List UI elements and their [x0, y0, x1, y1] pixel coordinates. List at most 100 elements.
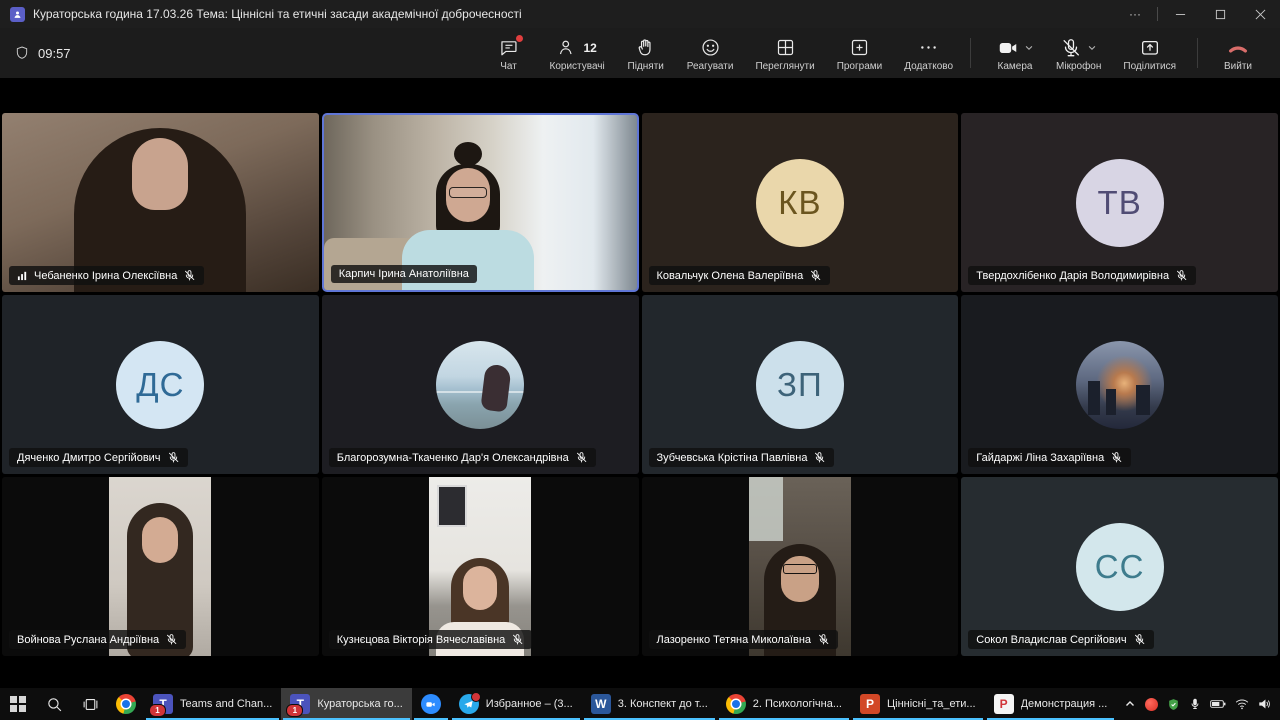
view-button[interactable]: Переглянути [746, 33, 823, 74]
participant-tile[interactable]: Чебаненко Ірина Олексіївна [2, 113, 319, 292]
people-icon [557, 37, 578, 58]
mic-muted-icon [1175, 269, 1188, 282]
timer-value: 09:57 [38, 46, 71, 61]
toolbar-divider-2 [1197, 38, 1198, 68]
leave-label: Вийти [1224, 61, 1252, 72]
raise-hand-button[interactable]: Підняти [618, 33, 674, 74]
chrome-icon [116, 694, 136, 714]
tray-volume-icon[interactable] [1258, 698, 1272, 710]
name-label: Лазоренко Тетяна Миколаївна [649, 630, 839, 649]
task-view-icon [82, 696, 99, 713]
more-button[interactable]: Додатково [895, 33, 962, 74]
taskbar-app-pdf-show[interactable]: P Демонстрация ... [985, 688, 1117, 720]
tray-microphone-icon[interactable] [1189, 698, 1201, 710]
mic-muted-icon [809, 269, 822, 282]
participant-tile[interactable]: ТВ Твердохлібенко Дарія Володимирівна [961, 113, 1278, 292]
taskbar-app-word[interactable]: W 3. Конспект до т... [582, 688, 717, 720]
start-button[interactable] [0, 688, 36, 720]
participant-tile[interactable]: СС Сокол Владислав Сергійович [961, 477, 1278, 656]
apps-button[interactable]: Програми [828, 33, 892, 74]
more-icon [918, 37, 939, 58]
participant-tile[interactable]: ДС Дяченко Дмитро Сергійович [2, 295, 319, 474]
tray-chevron-up-icon[interactable] [1124, 698, 1136, 710]
maximize-button[interactable] [1200, 0, 1240, 28]
mic-muted-icon [813, 451, 826, 464]
raise-hand-icon [635, 37, 656, 58]
mic-muted-icon [1133, 633, 1146, 646]
camera-icon [997, 37, 1019, 59]
share-button[interactable]: Поділитися [1114, 33, 1185, 74]
microphone-button[interactable]: Мікрофон [1047, 33, 1110, 74]
mic-muted-icon [511, 633, 524, 646]
name-label: Благорозумна-Ткаченко Дар'я Олександрівн… [329, 448, 596, 467]
taskbar-app-powerpoint[interactable]: P Ціннісні_та_ети... [851, 688, 985, 720]
mic-off-icon [1060, 37, 1082, 59]
name-label: Сокол Владислав Сергійович [968, 630, 1153, 649]
microphone-label: Мікрофон [1056, 61, 1101, 72]
tray-app-red-icon[interactable] [1145, 698, 1158, 711]
notification-badge [471, 692, 481, 702]
tray-battery-icon[interactable] [1210, 698, 1226, 710]
initials-avatar: СС [1076, 523, 1164, 611]
microphone-chevron-down-icon[interactable] [1087, 43, 1097, 53]
initials-avatar: ТВ [1076, 159, 1164, 247]
window-more-button[interactable]: ··· [1115, 0, 1155, 28]
taskbar-app-teams-meeting[interactable]: T 1 Кураторська го... [281, 688, 411, 720]
camera-button[interactable]: Камера [987, 33, 1043, 74]
mic-muted-icon [167, 451, 180, 464]
zoom-icon [421, 694, 441, 714]
camera-chevron-down-icon[interactable] [1024, 43, 1034, 53]
initials-avatar: ДС [116, 341, 204, 429]
share-label: Поділитися [1123, 61, 1176, 72]
participant-tile[interactable]: Войнова Руслана Андріївна [2, 477, 319, 656]
close-button[interactable] [1240, 0, 1280, 28]
shield-icon [14, 45, 30, 61]
taskbar-app-telegram[interactable]: Избранное – (3... [450, 688, 582, 720]
window-title: Кураторська година 17.03.26 Тема: Цінніс… [33, 7, 522, 21]
taskbar-app-teams[interactable]: T 1 Teams and Chan... [144, 688, 281, 720]
tray-wifi-icon[interactable] [1235, 698, 1249, 710]
participant-tile[interactable]: Благорозумна-Ткаченко Дар'я Олександрівн… [322, 295, 639, 474]
minimize-button[interactable] [1160, 0, 1200, 28]
pdf-icon: P [994, 694, 1014, 714]
teams-meeting-window: Кураторська година 17.03.26 Тема: Цінніс… [0, 0, 1280, 720]
initials-avatar: ЗП [756, 341, 844, 429]
react-label: Реагувати [687, 61, 734, 72]
name-label: Кузнєцова Вікторія Вячеславівна [329, 630, 533, 649]
titlebar: Кураторська година 17.03.26 Тема: Цінніс… [0, 0, 1280, 28]
participant-tile[interactable]: Лазоренко Тетяна Миколаївна [642, 477, 959, 656]
react-button[interactable]: Реагувати [678, 33, 743, 74]
taskbar-search-button[interactable] [36, 688, 72, 720]
taskbar-app-zoom[interactable] [412, 688, 450, 720]
participants-button[interactable]: 12 Користувачі [541, 33, 614, 74]
participant-tile[interactable]: Кузнєцова Вікторія Вячеславівна [322, 477, 639, 656]
toolbar-device-group: Камера Мікрофон Поділитися Ви [987, 33, 1266, 74]
name-label: Чебаненко Ірина Олексіївна [9, 266, 204, 285]
taskbar-chrome-button[interactable] [108, 688, 144, 720]
share-screen-icon [1139, 37, 1161, 59]
participant-tile-speaking[interactable]: Карпич Ірина Анатоліївна [322, 113, 639, 292]
taskbar-app-chrome-doc[interactable]: 2. Психологічна... [717, 688, 851, 720]
taskbar: T 1 Teams and Chan... T 1 Кураторська го… [0, 688, 1280, 720]
tray-antivirus-shield-icon[interactable] [1167, 698, 1180, 711]
windows-logo-icon [10, 696, 26, 712]
name-label: Зубчевська Крістіна Павлівна [649, 448, 835, 467]
meeting-timer[interactable]: 09:57 [14, 45, 71, 61]
search-icon [46, 696, 63, 713]
participant-tile[interactable]: ЗП Зубчевська Крістіна Павлівна [642, 295, 959, 474]
participant-tile[interactable]: КВ Ковальчук Олена Валеріївна [642, 113, 959, 292]
task-view-button[interactable] [72, 688, 108, 720]
more-label: Додатково [904, 61, 953, 72]
name-label: Твердохлібенко Дарія Володимирівна [968, 266, 1196, 285]
system-tray: УКР 16:07 17.03.2026 [1116, 688, 1280, 720]
chat-button[interactable]: Чат [481, 33, 537, 74]
participant-tile[interactable]: Гайдаржі Ліна Захаріївна [961, 295, 1278, 474]
photo-avatar [1076, 341, 1164, 429]
toolbar-center-group: Чат 12 Користувачі Підняти Реагувати [481, 33, 963, 74]
chat-label: Чат [500, 61, 517, 72]
leave-button[interactable]: Вийти [1210, 33, 1266, 74]
titlebar-divider [1157, 7, 1158, 21]
mic-muted-icon [817, 633, 830, 646]
meeting-toolbar: 09:57 Чат 12 Користувачі [0, 28, 1280, 78]
powerpoint-icon: P [860, 694, 880, 714]
